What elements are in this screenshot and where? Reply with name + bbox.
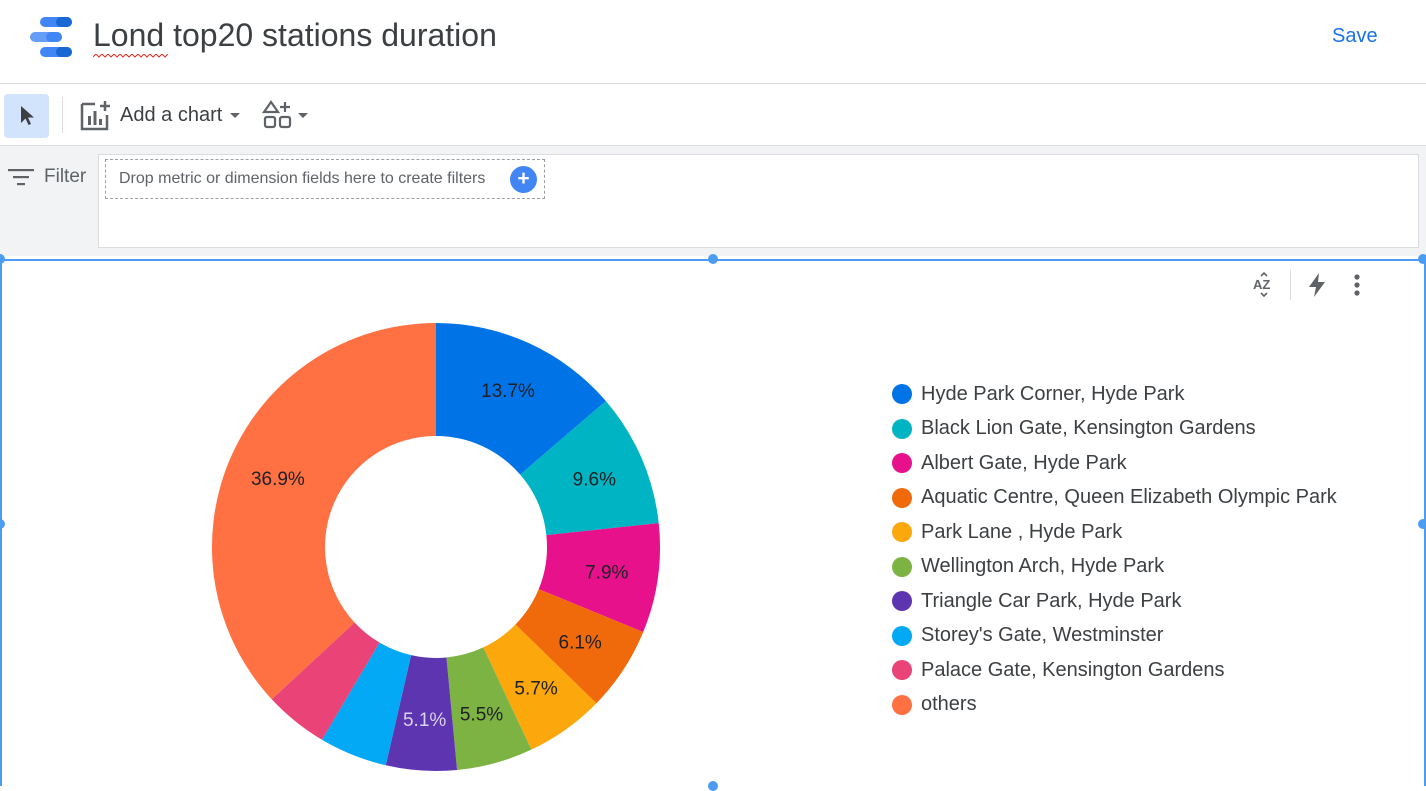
legend-swatch <box>892 625 912 646</box>
slice-percent-label: 5.7% <box>514 679 557 700</box>
legend-item[interactable]: others <box>892 688 1337 723</box>
legend-swatch <box>892 418 912 439</box>
legend-item[interactable]: Wellington Arch, Hyde Park <box>892 550 1337 585</box>
legend-label: Albert Gate, Hyde Park <box>921 451 1127 474</box>
legend-label: Palace Gate, Kensington Gardens <box>921 658 1225 681</box>
legend-item[interactable]: Albert Gate, Hyde Park <box>892 446 1337 481</box>
legend-swatch <box>892 384 912 405</box>
legend-label: Storey's Gate, Westminster <box>921 624 1164 647</box>
slice-percent-label: 6.1% <box>559 633 602 654</box>
legend-item[interactable]: Hyde Park Corner, Hyde Park <box>892 377 1337 412</box>
legend-swatch <box>892 487 912 508</box>
legend-item[interactable]: Storey's Gate, Westminster <box>892 619 1337 654</box>
legend-item[interactable]: Park Lane , Hyde Park <box>892 515 1337 550</box>
legend-swatch <box>892 453 912 474</box>
legend-item[interactable]: Aquatic Centre, Queen Elizabeth Olympic … <box>892 481 1337 516</box>
chart-legend: Hyde Park Corner, Hyde Park Black Lion Ga… <box>892 377 1337 722</box>
legend-label: Triangle Car Park, Hyde Park <box>921 589 1182 612</box>
legend-swatch <box>892 556 912 577</box>
slice-percent-label: 36.9% <box>251 469 305 490</box>
slice-percent-label: 5.5% <box>460 704 503 725</box>
legend-label: Aquatic Centre, Queen Elizabeth Olympic … <box>921 486 1337 509</box>
legend-swatch <box>892 522 912 543</box>
legend-item[interactable]: Palace Gate, Kensington Gardens <box>892 653 1337 688</box>
slice-percent-label: 9.6% <box>573 469 616 490</box>
legend-item[interactable]: Black Lion Gate, Kensington Gardens <box>892 412 1337 447</box>
legend-label: others <box>921 693 977 716</box>
legend-swatch <box>892 694 912 715</box>
legend-swatch <box>892 591 912 612</box>
legend-label: Black Lion Gate, Kensington Gardens <box>921 417 1256 440</box>
slice-percent-label: 5.1% <box>403 710 446 731</box>
slice-percent-label: 7.9% <box>585 562 628 583</box>
slice-percent-label: 13.7% <box>481 381 535 402</box>
legend-item[interactable]: Triangle Car Park, Hyde Park <box>892 584 1337 619</box>
donut-slice[interactable] <box>211 323 436 700</box>
legend-swatch <box>892 660 912 681</box>
legend-label: Park Lane , Hyde Park <box>921 520 1123 543</box>
legend-label: Wellington Arch, Hyde Park <box>921 555 1165 578</box>
legend-label: Hyde Park Corner, Hyde Park <box>921 382 1185 405</box>
